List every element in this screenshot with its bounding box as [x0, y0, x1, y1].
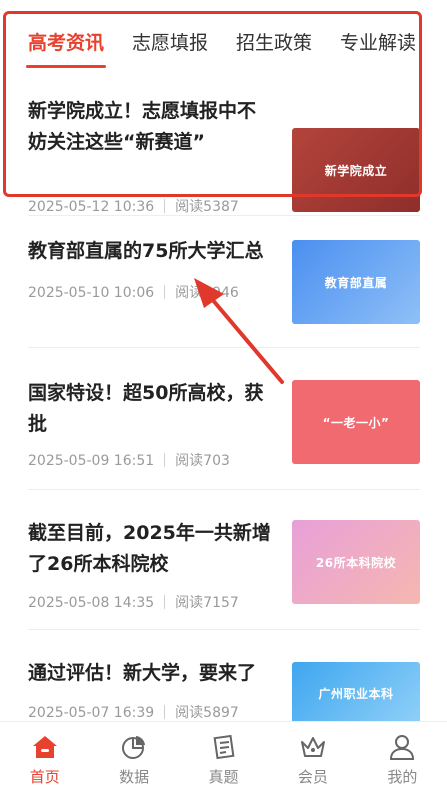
- article-thumbnail: 教育部直属: [292, 240, 420, 324]
- nav-label: 数据: [119, 768, 150, 786]
- article-date: 2025-05-10 10:06: [28, 285, 155, 301]
- article-title: 通过评估！新大学，要来了: [28, 662, 257, 684]
- article-item[interactable]: 新学院成立！志愿填报中不妨关注这些“新赛道” 2025-05-12 10:36 阅…: [28, 96, 420, 216]
- chart-icon: [119, 732, 149, 762]
- article-reads: 阅读5897: [175, 705, 239, 721]
- nav-label: 我的: [387, 768, 418, 786]
- thumbnail-text: 广州职业本科: [318, 686, 394, 701]
- exam-paper-icon: [209, 732, 239, 762]
- meta-divider: [164, 199, 166, 213]
- article-title: 截至目前，2025年一共新增了26所本科院校: [28, 522, 271, 575]
- bottom-navigation: 首页 数据 真题 会员 我的: [0, 721, 447, 795]
- article-reads: 阅读5387: [175, 199, 239, 215]
- article-meta: 2025-05-12 10:36 阅读5387: [28, 196, 239, 216]
- article-item[interactable]: 通过评估！新大学，要来了 2025-05-07 16:39 阅读5897 广州职业…: [28, 658, 420, 728]
- meta-divider: [164, 453, 166, 467]
- category-tabs: 高考资讯 志愿填报 招生政策 专业解读: [0, 0, 447, 68]
- meta-divider: [164, 705, 166, 719]
- article-date: 2025-05-12 10:36: [28, 199, 155, 215]
- nav-label: 首页: [29, 768, 60, 786]
- article-item[interactable]: 截至目前，2025年一共新增了26所本科院校 2025-05-08 14:35 阅…: [28, 518, 420, 630]
- user-icon: [387, 732, 417, 762]
- article-thumbnail: 广州职业本科: [292, 662, 420, 724]
- article-reads: 阅读703: [175, 453, 230, 469]
- tab-admission-policy[interactable]: 招生政策: [236, 0, 312, 68]
- meta-divider: [164, 285, 166, 299]
- home-icon: [30, 732, 60, 762]
- tab-gaokao-news[interactable]: 高考资讯: [25, 0, 107, 68]
- article-thumbnail: “一老一小”: [292, 380, 420, 464]
- thumbnail-text: “一老一小”: [322, 415, 390, 430]
- article-meta: 2025-05-09 16:51 阅读703: [28, 450, 230, 470]
- tab-major-interpretation[interactable]: 专业解读: [340, 0, 416, 68]
- nav-profile[interactable]: 我的: [358, 722, 447, 795]
- crown-icon: [298, 732, 328, 762]
- article-meta: 2025-05-10 10:06 阅读1946: [28, 282, 239, 302]
- article-meta: 2025-05-07 16:39 阅读5897: [28, 702, 239, 722]
- thumbnail-text: 26所本科院校: [315, 555, 397, 570]
- meta-divider: [164, 595, 166, 609]
- nav-membership[interactable]: 会员: [268, 722, 357, 795]
- article-reads: 阅读1946: [175, 285, 239, 301]
- article-date: 2025-05-09 16:51: [28, 453, 155, 469]
- thumbnail-text: 新学院成立: [324, 163, 388, 178]
- article-thumbnail: 新学院成立: [292, 128, 420, 212]
- article-meta: 2025-05-08 14:35 阅读7157: [28, 592, 239, 612]
- nav-label: 会员: [297, 768, 328, 786]
- article-date: 2025-05-07 16:39: [28, 705, 155, 721]
- article-thumbnail: 26所本科院校: [292, 520, 420, 604]
- article-item[interactable]: 教育部直属的75所大学汇总 2025-05-10 10:06 阅读1946 教育部…: [28, 236, 420, 348]
- nav-exams[interactable]: 真题: [179, 722, 268, 795]
- article-title: 教育部直属的75所大学汇总: [28, 240, 264, 262]
- article-title: 新学院成立！志愿填报中不妨关注这些“新赛道”: [28, 100, 257, 153]
- nav-home[interactable]: 首页: [0, 722, 89, 795]
- nav-label: 真题: [208, 768, 239, 786]
- tab-volunteer-filling[interactable]: 志愿填报: [132, 0, 208, 68]
- article-date: 2025-05-08 14:35: [28, 595, 155, 611]
- article-title: 国家特设！超50所高校，获批: [28, 382, 264, 435]
- article-reads: 阅读7157: [175, 595, 239, 611]
- nav-data[interactable]: 数据: [89, 722, 178, 795]
- thumbnail-text: 教育部直属: [324, 275, 388, 290]
- article-item[interactable]: 国家特设！超50所高校，获批 2025-05-09 16:51 阅读703 “一老…: [28, 378, 420, 490]
